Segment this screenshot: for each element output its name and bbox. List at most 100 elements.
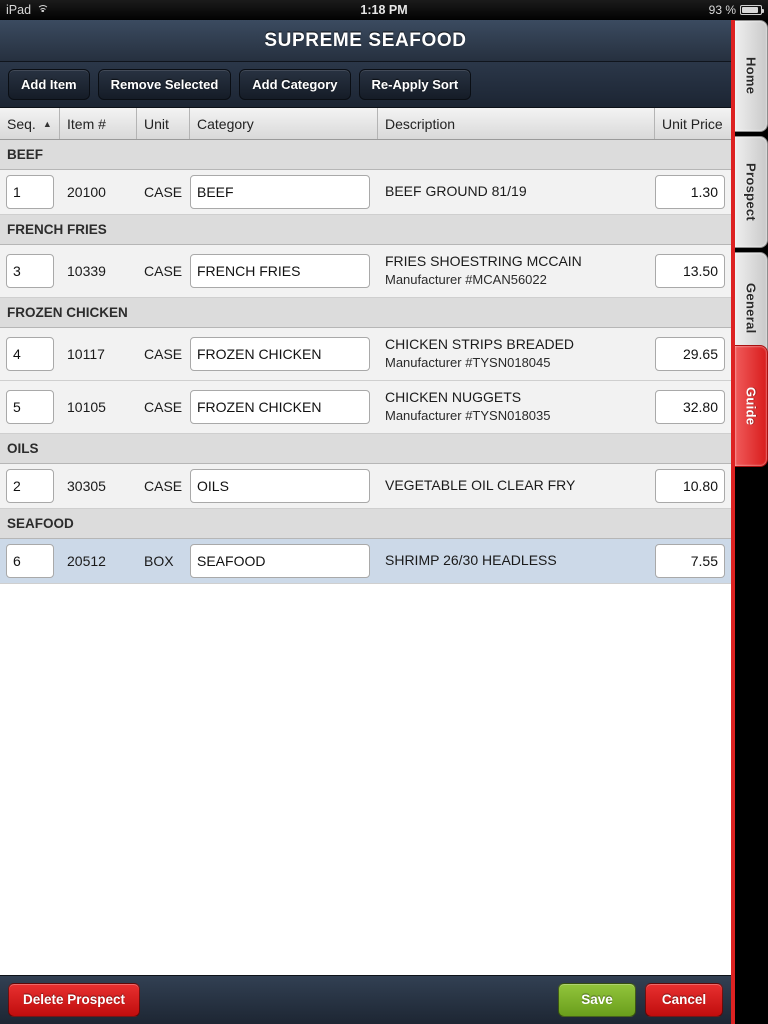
add-category-button[interactable]: Add Category [239,69,351,100]
ipad-screen: iPad 1:18 PM 93 % SUPREME SEAFOOD Add It… [0,0,768,1024]
cell-seq: 6 [0,539,60,583]
category-input[interactable]: FRENCH FRIES [190,254,370,288]
category-input[interactable]: OILS [190,469,370,503]
column-header-unit-price[interactable]: Unit Price [655,108,731,139]
unit-price-input[interactable]: 10.80 [655,469,725,503]
group-header: SEAFOOD [0,509,731,539]
cell-category: FROZEN CHICKEN [190,381,378,433]
seq-input[interactable]: 1 [6,175,54,209]
unit-price-input[interactable]: 1.30 [655,175,725,209]
unit-price-input[interactable]: 13.50 [655,254,725,288]
column-header-category[interactable]: Category [190,108,378,139]
description-text: BEEF GROUND 81/19 [385,183,527,200]
description-manufacturer: Manufacturer #TYSN018045 [385,355,551,371]
cell-description: CHICKEN STRIPS BREADED Manufacturer #TYSN… [378,328,655,380]
cell-category: FRENCH FRIES [190,245,378,297]
cell-category: SEAFOOD [190,539,378,583]
side-tab-label: Prospect [743,162,759,222]
category-input[interactable]: SEAFOOD [190,544,370,578]
table-header-row: Seq. ▲ Item # Unit Category Description … [0,108,731,140]
description-text: FRIES SHOESTRING MCCAIN [385,252,582,269]
cell-description: BEEF GROUND 81/19 [378,170,655,214]
column-header-unit[interactable]: Unit [137,108,190,139]
seq-input[interactable]: 6 [6,544,54,578]
category-input[interactable]: FROZEN CHICKEN [190,390,370,424]
cell-seq: 1 [0,170,60,214]
side-tab-strip: Home Prospect General Guide [735,20,768,1024]
table-row[interactable]: 5 10105 CASE FROZEN CHICKEN CHICKEN NUGGETS M… [0,381,731,434]
cell-seq: 2 [0,464,60,508]
app-window: SUPREME SEAFOOD Add Item Remove Selected… [0,20,731,1024]
bottom-toolbar: Delete Prospect Save Cancel [0,975,731,1024]
group-header: FROZEN CHICKEN [0,298,731,328]
column-header-seq-label: Seq. [7,115,36,132]
column-header-seq[interactable]: Seq. ▲ [0,108,60,139]
cell-category: FROZEN CHICKEN [190,328,378,380]
column-header-item[interactable]: Item # [60,108,137,139]
cell-unit: CASE [144,399,183,415]
category-input[interactable]: FROZEN CHICKEN [190,337,370,371]
table-row[interactable]: 2 30305 CASE OILS VEGETABLE OIL CLEAR FRY 10.… [0,464,731,509]
cell-description: VEGETABLE OIL CLEAR FRY [378,464,655,508]
table-body: BEEF 1 20100 CASE BEEF BEEF GROUND 81/19 1.30 F… [0,140,731,584]
page-title: SUPREME SEAFOOD [264,29,467,51]
cell-unit-price: 1.30 [655,170,731,214]
cell-unit: CASE [144,184,183,200]
cell-unit-price: 7.55 [655,539,731,583]
description-text: VEGETABLE OIL CLEAR FRY [385,477,576,494]
table-row[interactable]: 6 20512 BOX SEAFOOD SHRIMP 26/30 HEADLESS 7.5… [0,539,731,584]
action-toolbar: Add Item Remove Selected Add Category Re… [0,62,731,108]
status-bar-right: 93 % [709,3,764,17]
unit-price-input[interactable]: 7.55 [655,544,725,578]
cell-description: CHICKEN NUGGETS Manufacturer #TYSN018035 [378,381,655,433]
cell-item-number: 20100 [67,184,106,200]
cell-item-number: 10105 [67,399,106,415]
cell-unit-price: 29.65 [655,328,731,380]
column-header-description[interactable]: Description [378,108,655,139]
cancel-button[interactable]: Cancel [645,983,723,1017]
cell-item-number: 30305 [67,478,106,494]
status-bar-time: 1:18 PM [360,3,408,17]
table-row[interactable]: 1 20100 CASE BEEF BEEF GROUND 81/19 1.30 [0,170,731,215]
cell-item-number: 20512 [67,553,106,569]
description-text: CHICKEN STRIPS BREADED [385,335,575,352]
seq-input[interactable]: 2 [6,469,54,503]
delete-prospect-button[interactable]: Delete Prospect [8,983,141,1017]
cell-unit-price: 32.80 [655,381,731,433]
cell-unit-price: 10.80 [655,464,731,508]
unit-price-input[interactable]: 29.65 [655,337,725,371]
side-tab-guide[interactable]: Guide [735,345,768,467]
add-item-button[interactable]: Add Item [8,69,90,100]
table-row[interactable]: 4 10117 CASE FROZEN CHICKEN CHICKEN STRIPS B… [0,328,731,381]
description-text: SHRIMP 26/30 HEADLESS [385,552,557,569]
cell-unit: CASE [144,478,183,494]
seq-input[interactable]: 5 [6,390,54,424]
group-header: OILS [0,434,731,464]
cell-unit: CASE [144,346,183,362]
battery-icon [740,5,764,15]
side-tab-prospect[interactable]: Prospect [735,136,768,248]
table-row[interactable]: 3 10339 CASE FRENCH FRIES FRIES SHOESTRING M… [0,245,731,298]
unit-price-input[interactable]: 32.80 [655,390,725,424]
seq-input[interactable]: 3 [6,254,54,288]
cell-unit-price: 13.50 [655,245,731,297]
cell-category: BEEF [190,170,378,214]
side-tab-label: Guide [743,386,759,426]
cell-description: FRIES SHOESTRING MCCAIN Manufacturer #MCA… [378,245,655,297]
re-apply-sort-button[interactable]: Re-Apply Sort [358,69,472,100]
seq-input[interactable]: 4 [6,337,54,371]
group-header: BEEF [0,140,731,170]
navigation-bar: SUPREME SEAFOOD [0,20,731,62]
category-input[interactable]: BEEF [190,175,370,209]
description-manufacturer: Manufacturer #TYSN018035 [385,408,551,424]
remove-selected-button[interactable]: Remove Selected [97,69,232,100]
cell-seq: 5 [0,381,60,433]
side-tab-label: General [743,282,759,334]
cell-seq: 4 [0,328,60,380]
cell-description: SHRIMP 26/30 HEADLESS [378,539,655,583]
cell-item-number: 10339 [67,263,106,279]
side-tab-home[interactable]: Home [735,20,768,132]
save-button[interactable]: Save [558,983,636,1017]
group-header: FRENCH FRIES [0,215,731,245]
sort-ascending-icon: ▲ [42,118,52,129]
